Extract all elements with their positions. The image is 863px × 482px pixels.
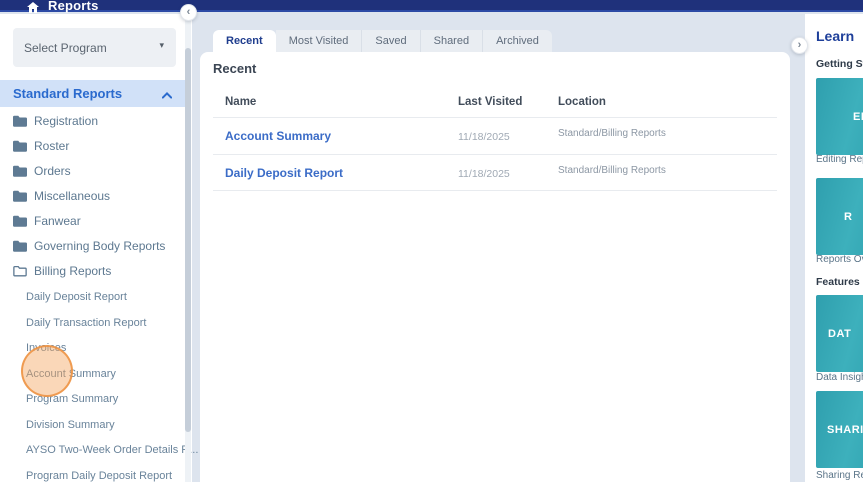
sidebar-item-daily-transaction-report[interactable]: Daily Transaction Report [26, 317, 181, 331]
learn-card-caption: Sharing Repor [816, 470, 863, 481]
column-header-location: Location [558, 96, 606, 108]
page-title: Reports [48, 0, 99, 12]
learn-card-reports-overview[interactable]: R [816, 178, 863, 255]
tab-most-visited[interactable]: Most Visited [276, 30, 362, 52]
tab-saved[interactable]: Saved [361, 30, 419, 52]
sidebar-item-program-daily-deposit-report[interactable]: Program Daily Deposit Report [26, 470, 181, 482]
folder-open-icon [13, 264, 27, 282]
folder-label: Orders [34, 164, 71, 178]
sidebar-item-governing-body-reports[interactable]: Governing Body Reports [0, 236, 186, 258]
top-navbar: Reports [0, 0, 863, 12]
tab-recent[interactable]: Recent [213, 30, 276, 52]
folder-icon [13, 189, 27, 207]
chevron-right-icon: › [798, 39, 802, 51]
folder-label: Governing Body Reports [34, 239, 165, 253]
learn-card-editing-reports[interactable]: EDITI [816, 78, 863, 155]
learn-title: Learn [816, 28, 854, 44]
collapse-sidebar-button[interactable]: ‹ [180, 4, 197, 21]
sidebar-item-division-summary[interactable]: Division Summary [26, 419, 181, 433]
row-divider [213, 154, 777, 155]
expand-learn-panel-button[interactable]: › [791, 37, 808, 54]
panel-heading: Recent [213, 61, 256, 76]
learn-card-sharing-reports[interactable]: SHARI [816, 391, 863, 468]
last-visited-value: 11/18/2025 [458, 168, 510, 180]
home-icon[interactable] [27, 0, 39, 11]
learn-card-overlay-text: DAT [828, 328, 851, 340]
folder-label: Roster [34, 139, 69, 153]
row-divider [213, 117, 777, 118]
column-header-name: Name [225, 96, 256, 108]
report-link-account-summary[interactable]: Account Summary [225, 129, 331, 143]
sidebar-item-account-summary[interactable]: Account Summary [26, 368, 181, 382]
sidebar-item-miscellaneous[interactable]: Miscellaneous [0, 186, 186, 208]
tab-shared[interactable]: Shared [420, 30, 482, 52]
sidebar-item-orders[interactable]: Orders [0, 161, 186, 183]
sidebar-item-ayso-two-week-order-details[interactable]: AYSO Two-Week Order Details R... [26, 444, 181, 458]
sidebar-section-standard-reports[interactable]: Standard Reports [0, 80, 186, 107]
reports-page: Reports ‹ › Select Program ▾ Standard Re… [0, 0, 863, 482]
learn-card-overlay-text: SHARI [827, 424, 863, 436]
sidebar-item-fanwear[interactable]: Fanwear [0, 211, 186, 233]
sidebar-item-daily-deposit-report[interactable]: Daily Deposit Report [26, 291, 181, 305]
program-select-value: Select Program [24, 41, 107, 55]
sidebar-item-registration[interactable]: Registration [0, 111, 186, 133]
learn-card-caption: Reports Overv [816, 254, 863, 265]
reports-sidebar: Select Program ▾ Standard Reports Regist… [0, 14, 192, 482]
learn-card-caption: Data Insights [816, 372, 863, 383]
chevron-up-icon [162, 86, 172, 104]
program-select-dropdown[interactable]: Select Program ▾ [13, 28, 176, 67]
learn-card-overlay-text: R [844, 211, 852, 223]
folder-icon [13, 114, 27, 132]
report-link-daily-deposit-report[interactable]: Daily Deposit Report [225, 166, 343, 180]
folder-label: Fanwear [34, 214, 81, 228]
chevron-left-icon: ‹ [187, 6, 191, 18]
folder-icon [13, 164, 27, 182]
recent-reports-panel: Recent Name Last Visited Location Accoun… [200, 52, 790, 482]
last-visited-value: 11/18/2025 [458, 131, 510, 143]
tab-archived[interactable]: Archived [482, 30, 552, 52]
sidebar-item-roster[interactable]: Roster [0, 136, 186, 158]
caret-down-icon: ▾ [159, 40, 164, 51]
folder-label: Billing Reports [34, 264, 111, 278]
folder-label: Registration [34, 114, 98, 128]
learn-card-caption: Editing Repor [816, 154, 863, 165]
folder-icon [13, 214, 27, 232]
sidebar-item-program-summary[interactable]: Program Summary [26, 393, 181, 407]
folder-icon [13, 139, 27, 157]
folder-label: Miscellaneous [34, 189, 110, 203]
learn-section-getting-started: Getting Star [816, 58, 863, 70]
sidebar-item-invoices[interactable]: Invoices [26, 342, 181, 356]
reports-tabbar: Recent Most Visited Saved Shared Archive… [213, 30, 552, 52]
learn-section-features: Features [816, 276, 860, 288]
section-label: Standard Reports [13, 86, 122, 101]
learn-card-data-insights[interactable]: DAT [816, 295, 863, 372]
location-value: Standard/Billing Reports [558, 128, 666, 139]
location-value: Standard/Billing Reports [558, 165, 666, 176]
learn-panel: Learn Getting Star EDITI Editing Repor R… [805, 14, 863, 482]
row-divider [213, 190, 777, 191]
sidebar-item-billing-reports[interactable]: Billing Reports [0, 261, 186, 283]
folder-icon [13, 239, 27, 257]
column-header-last-visited: Last Visited [458, 96, 522, 108]
sidebar-scrollbar-thumb[interactable] [185, 48, 191, 432]
learn-card-overlay-text: EDITI [853, 111, 863, 123]
